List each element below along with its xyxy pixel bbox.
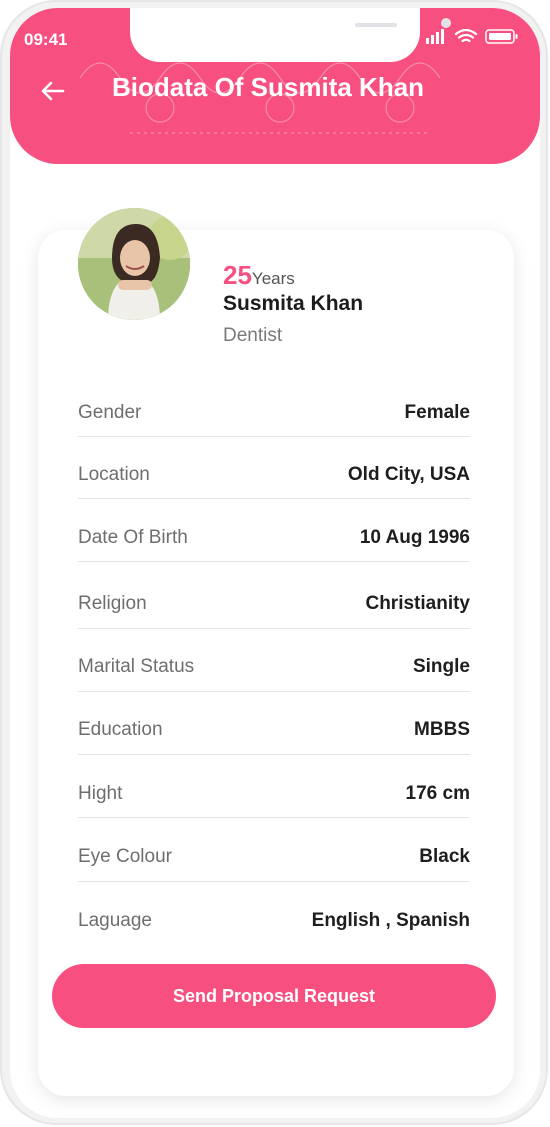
arrow-left-icon[interactable]	[38, 76, 68, 106]
status-icons	[426, 28, 518, 44]
detail-value: MBBS	[414, 719, 470, 740]
detail-value: Christianity	[365, 593, 470, 614]
divider	[78, 628, 470, 629]
screen: 09:41 Biodata Of Susmita Khan 25Years Su…	[10, 8, 540, 1118]
detail-label: Eye Colour	[78, 846, 172, 867]
detail-row-education: Education MBBS	[78, 699, 470, 761]
header-bar: 09:41 Biodata Of Susmita Khan	[10, 8, 540, 164]
detail-label: Laguage	[78, 910, 152, 931]
send-proposal-button[interactable]: Send Proposal Request	[52, 964, 496, 1028]
divider	[78, 881, 470, 882]
divider	[78, 561, 470, 562]
detail-row-location: Location Old City, USA	[78, 444, 470, 506]
page-title: Biodata Of Susmita Khan	[112, 72, 425, 102]
divider	[78, 498, 470, 499]
age-unit: Years	[251, 269, 295, 288]
detail-row-marital-status: Marital Status Single	[78, 636, 470, 698]
detail-label: Location	[78, 464, 150, 485]
detail-row-date-of-birth: Date Of Birth 10 Aug 1996	[78, 507, 470, 569]
age-value: 25	[223, 260, 252, 290]
detail-label: Gender	[78, 402, 142, 423]
detail-label: Religion	[78, 593, 147, 614]
avatar	[78, 208, 190, 320]
notch	[130, 8, 451, 62]
detail-label: Marital Status	[78, 656, 195, 677]
detail-label: Date Of Birth	[78, 527, 188, 548]
profile-name: Susmita Khan	[223, 292, 364, 315]
detail-value: Single	[412, 656, 470, 677]
detail-value: Black	[419, 846, 470, 867]
signal-icon	[426, 29, 444, 44]
detail-row-gender: Gender Female	[78, 382, 470, 444]
divider	[78, 817, 470, 818]
wifi-icon	[454, 28, 478, 43]
detail-row-religion: Religion Christianity	[78, 573, 470, 635]
detail-row-eye-colour: Eye Colour Black	[78, 826, 470, 888]
divider	[78, 754, 470, 755]
speaker	[355, 23, 397, 27]
battery-icon	[485, 29, 518, 44]
detail-value: 10 Aug 1996	[359, 527, 470, 548]
status-time: 09:41	[24, 30, 68, 49]
phone-frame: 09:41 Biodata Of Susmita Khan 25Years Su…	[0, 0, 548, 1125]
age: 25Years	[223, 260, 295, 291]
divider	[78, 436, 470, 437]
detail-value: Female	[404, 402, 470, 423]
avatar-photo	[78, 208, 190, 320]
detail-value: English , Spanish	[311, 910, 470, 931]
profile-profession: Dentist	[223, 325, 283, 346]
detail-row-language: Laguage English , Spanish	[78, 890, 470, 952]
detail-label: Education	[78, 719, 163, 740]
detail-label: Hight	[78, 783, 123, 804]
detail-row-height: Hight 176 cm	[78, 763, 470, 825]
divider	[78, 691, 470, 692]
detail-value: 176 cm	[405, 783, 470, 804]
detail-value: Old City, USA	[347, 464, 470, 485]
